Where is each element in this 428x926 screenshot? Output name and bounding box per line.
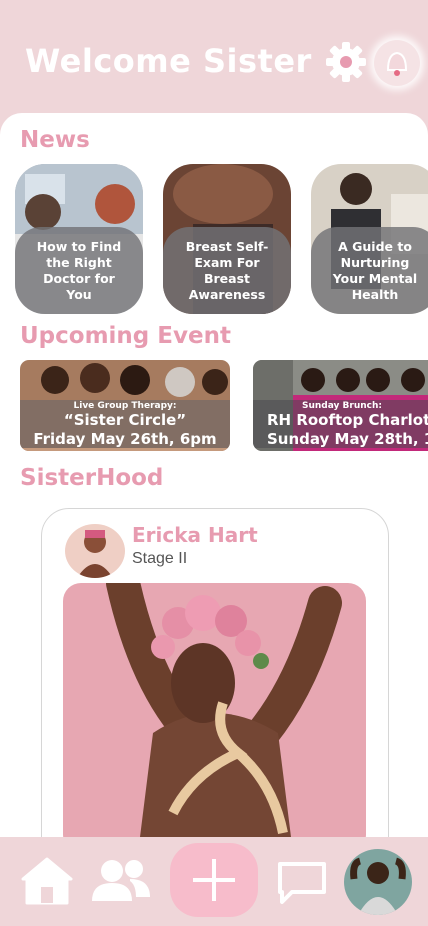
event-date: Friday May 26th, 6pm <box>33 430 217 448</box>
news-section-title: News <box>20 127 90 153</box>
event-kicker: Sunday Brunch: <box>302 401 382 411</box>
event-info: Live Group Therapy: “Sister Circle” Frid… <box>20 400 230 448</box>
news-card[interactable]: Breast Self-Exam For Breast Awareness <box>163 164 291 314</box>
page-title: Welcome Sister <box>25 42 312 80</box>
event-info: Sunday Brunch: RH Rooftop Charlotte Sund… <box>253 400 428 448</box>
add-button[interactable] <box>170 843 258 917</box>
bell-icon <box>386 51 408 76</box>
news-title: Breast Self-Exam For Breast Awareness <box>163 227 291 314</box>
avatar[interactable] <box>65 524 125 578</box>
event-card[interactable]: Sunday Brunch: RH Rooftop Charlotte Sund… <box>253 360 428 451</box>
home-icon[interactable] <box>21 857 73 905</box>
event-title: RH Rooftop Charlotte <box>267 411 428 429</box>
add-icon <box>193 859 235 901</box>
news-title: A Guide to Nurturing Your Mental Health <box>311 227 428 314</box>
community-icon[interactable] <box>90 857 152 903</box>
sisterhood-section-title: SisterHood <box>20 465 164 491</box>
post-author[interactable]: Ericka Hart <box>132 523 258 547</box>
post-stage: Stage II <box>132 550 188 567</box>
event-kicker: Live Group Therapy: <box>73 401 177 411</box>
chat-icon[interactable] <box>276 860 328 906</box>
event-date: Sunday May 28th, 11am <box>267 430 428 448</box>
news-card[interactable]: How to Find the Right Doctor for You <box>15 164 143 314</box>
event-title: “Sister Circle” <box>63 411 187 429</box>
post-photo[interactable] <box>63 583 366 853</box>
news-card[interactable]: A Guide to Nurturing Your Mental Health <box>311 164 428 314</box>
avatar-photo <box>65 524 125 578</box>
profile-avatar[interactable] <box>344 849 412 915</box>
news-title: How to Find the Right Doctor for You <box>15 227 143 314</box>
gear-icon[interactable] <box>324 40 368 84</box>
post-card[interactable]: Ericka Hart Stage II <box>41 508 389 870</box>
profile-photo <box>344 849 412 915</box>
post-image <box>63 583 366 853</box>
header: Welcome Sister <box>0 0 428 130</box>
events-section-title: Upcoming Event <box>20 323 231 349</box>
notification-button[interactable] <box>374 40 420 86</box>
event-card[interactable]: Live Group Therapy: “Sister Circle” Frid… <box>20 360 230 451</box>
